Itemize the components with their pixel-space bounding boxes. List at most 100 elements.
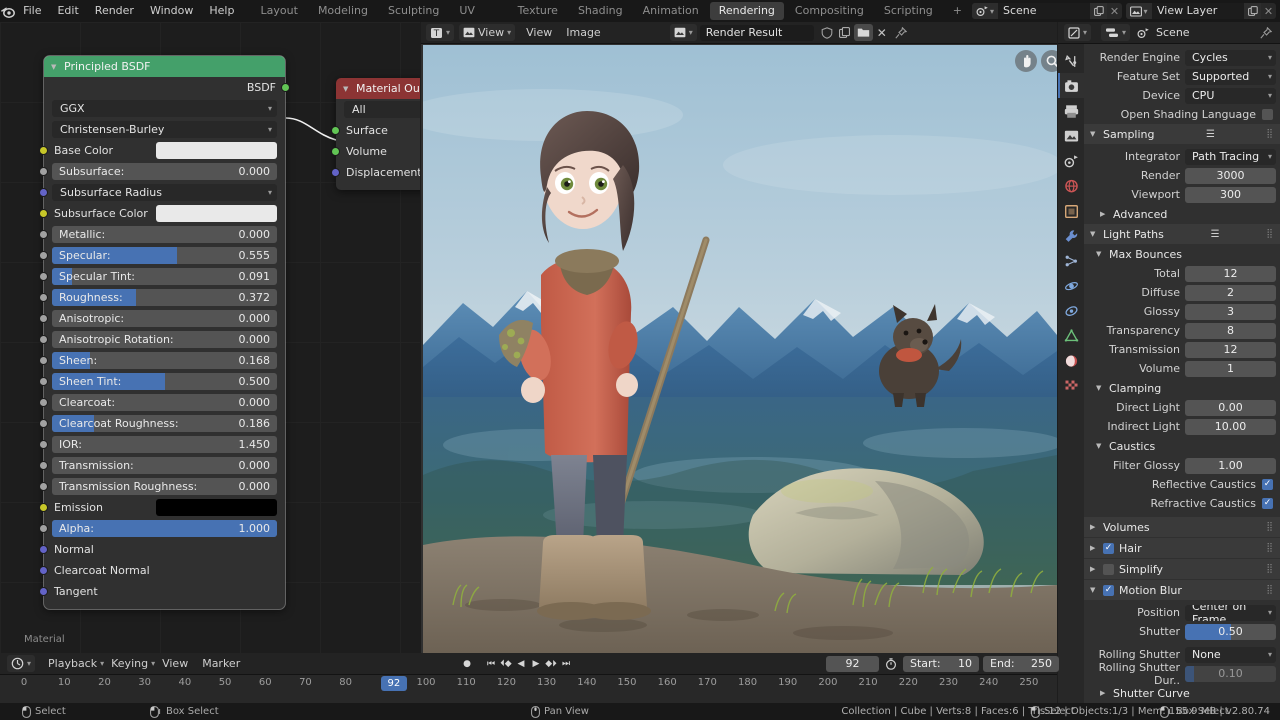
node-input-row[interactable]: Anisotropic:0.000 [44,308,285,329]
node-input-row[interactable]: Clearcoat:0.000 [44,392,285,413]
panel-advanced[interactable]: ▶ Advanced [1084,204,1280,224]
image-datablock-icon[interactable]: ▾ [670,24,697,41]
panel-light-paths[interactable]: ▼ Light Paths ☰ ⣿ [1084,224,1280,244]
zoom-view-icon[interactable] [1041,50,1057,72]
node-input-row[interactable]: Normal [44,539,285,560]
play-reverse-icon[interactable]: ◀ [514,655,528,672]
input-socket[interactable] [39,167,48,176]
input-socket[interactable] [39,251,48,260]
input-socket[interactable] [39,482,48,491]
node-material-output[interactable]: ▼ Material Out All SurfaceVolumeDisplace… [336,78,420,190]
reflective-caustics-checkbox[interactable] [1262,479,1273,490]
input-socket[interactable] [331,147,340,156]
input-socket[interactable] [39,272,48,281]
max-bounces-diffuse-row[interactable]: Diffuse2 [1084,283,1280,302]
properties-tab-render[interactable] [1058,73,1084,98]
image-name-field[interactable]: Render Result [700,25,814,41]
node-input-row[interactable]: Roughness:0.372 [44,287,285,308]
image-mode-selector[interactable]: View ▾ [459,24,515,41]
value-slider[interactable]: Transmission:0.000 [52,457,277,474]
transport-controls[interactable]: ● ⏮ ⏴◆ ◀ ▶ ◆⏵ ⏭ [460,655,573,672]
collapse-triangle-icon[interactable]: ▼ [51,63,59,71]
input-socket[interactable] [39,377,48,386]
engine-row-render-engine[interactable]: Render EngineCycles▾ [1084,48,1280,67]
input-socket[interactable] [39,209,48,218]
input-socket[interactable] [39,440,48,449]
panel-enable-checkbox[interactable] [1103,585,1114,596]
node-input-row[interactable]: Subsurface Color [44,203,285,224]
collapse-triangle-icon[interactable]: ▶ [1090,565,1098,573]
node-input-row[interactable]: Clearcoat Roughness:0.186 [44,413,285,434]
record-icon[interactable]: ● [460,655,474,672]
node-input-row[interactable]: Displacement [336,162,420,183]
input-socket[interactable] [39,503,48,512]
workspace-tab-compositing[interactable]: Compositing [786,2,873,20]
unlink-icon[interactable]: ✕ [1261,3,1276,19]
properties-tab-material[interactable] [1058,348,1084,373]
node-input-row[interactable]: Transmission:0.000 [44,455,285,476]
fake-user-icon[interactable] [818,27,836,39]
node-input-row[interactable]: Subsurface:0.000 [44,161,285,182]
collapse-triangle-icon[interactable]: ▶ [1090,523,1098,531]
viewlayer-name[interactable]: View Layer [1152,3,1244,19]
input-socket[interactable] [39,293,48,302]
input-socket[interactable] [39,587,48,596]
collapse-triangle-icon[interactable]: ▶ [1100,689,1108,697]
menu-edit[interactable]: Edit [49,0,86,22]
preset-list-icon[interactable]: ☰ [1206,129,1215,140]
value-slider[interactable]: Roughness:0.372 [52,289,277,306]
panel-enable-checkbox[interactable] [1103,543,1114,554]
workspace-tab-layout[interactable]: Layout [252,2,307,20]
unlink-icon[interactable]: ✕ [873,26,891,40]
dropdown-field[interactable]: CPU▾ [1185,88,1276,104]
panel-enable-checkbox[interactable] [1103,564,1114,575]
image-editor-canvas[interactable] [421,44,1057,653]
workspace-tab-animation[interactable]: Animation [634,2,708,20]
value-slider[interactable]: Specular Tint:0.091 [52,268,277,285]
menu-help[interactable]: Help [201,0,242,22]
max-bounces-volume-row[interactable]: Volume1 [1084,359,1280,378]
input-socket[interactable] [331,126,340,135]
integrator-dropdown[interactable]: Path Tracing▾ [1185,149,1276,165]
number-field[interactable]: 2 [1185,285,1276,301]
rolling-shutter-duration-slider[interactable]: 0.10 [1185,666,1276,682]
workspace-tab-shading[interactable]: Shading [569,2,632,20]
input-socket[interactable] [39,230,48,239]
properties-tab-output[interactable] [1058,98,1084,123]
workspace-tab-[interactable]: + [944,2,971,20]
filter-glossy-field[interactable]: 1.00 [1185,458,1276,474]
properties-tab-world[interactable] [1058,173,1084,198]
node-input-row[interactable]: Sheen:0.168 [44,350,285,371]
dropdown-field[interactable]: Supported▾ [1185,69,1276,85]
expand-triangle-icon[interactable]: ▼ [1090,230,1098,238]
timeline-editor[interactable]: 0102030405060708010011012013014015016017… [0,675,1057,703]
node-principled-bsdf[interactable]: ▼ Principled BSDF BSDF GGX▾ Christensen-… [44,56,285,609]
current-frame-field[interactable]: 92 [826,656,879,672]
drag-dots-icon[interactable]: ⣿ [1266,564,1274,574]
menu-window[interactable]: Window [142,0,201,22]
properties-tab-constraints[interactable] [1058,298,1084,323]
collapse-triangle-icon[interactable]: ▼ [343,85,351,93]
number-field[interactable]: 3 [1185,304,1276,320]
input-socket[interactable] [39,524,48,533]
color-swatch[interactable] [156,142,277,159]
node-input-row[interactable]: Metallic:0.000 [44,224,285,245]
panel-sampling[interactable]: ▼ Sampling ☰ ⣿ [1084,124,1280,144]
position-dropdown[interactable]: Center on Frame▾ [1185,605,1276,621]
drag-dots-icon[interactable]: ⣿ [1266,585,1274,595]
node-input-row[interactable]: Anisotropic Rotation:0.000 [44,329,285,350]
timeline-menu-keying[interactable]: Keying [104,653,155,675]
scene-icon[interactable]: ▾ [972,3,998,19]
jump-end-icon[interactable]: ⏭ [559,655,573,672]
shutter-slider[interactable]: 0.50 [1185,624,1276,640]
reflective-caustics-row[interactable]: Reflective Caustics [1084,475,1280,494]
node-input-row[interactable]: Alpha:1.000 [44,518,285,539]
motion-blur-shutter-row[interactable]: Shutter 0.50 [1084,622,1280,641]
workspace-tab-rendering[interactable]: Rendering [710,2,784,20]
image-menu-view[interactable]: View [519,22,559,44]
input-socket[interactable] [331,168,340,177]
input-socket[interactable] [39,566,48,575]
expand-triangle-icon[interactable]: ▼ [1096,384,1104,392]
next-keyframe-icon[interactable]: ◆⏵ [544,655,558,672]
shader-node-canvas[interactable]: ▼ Principled BSDF BSDF GGX▾ Christensen-… [0,22,420,653]
